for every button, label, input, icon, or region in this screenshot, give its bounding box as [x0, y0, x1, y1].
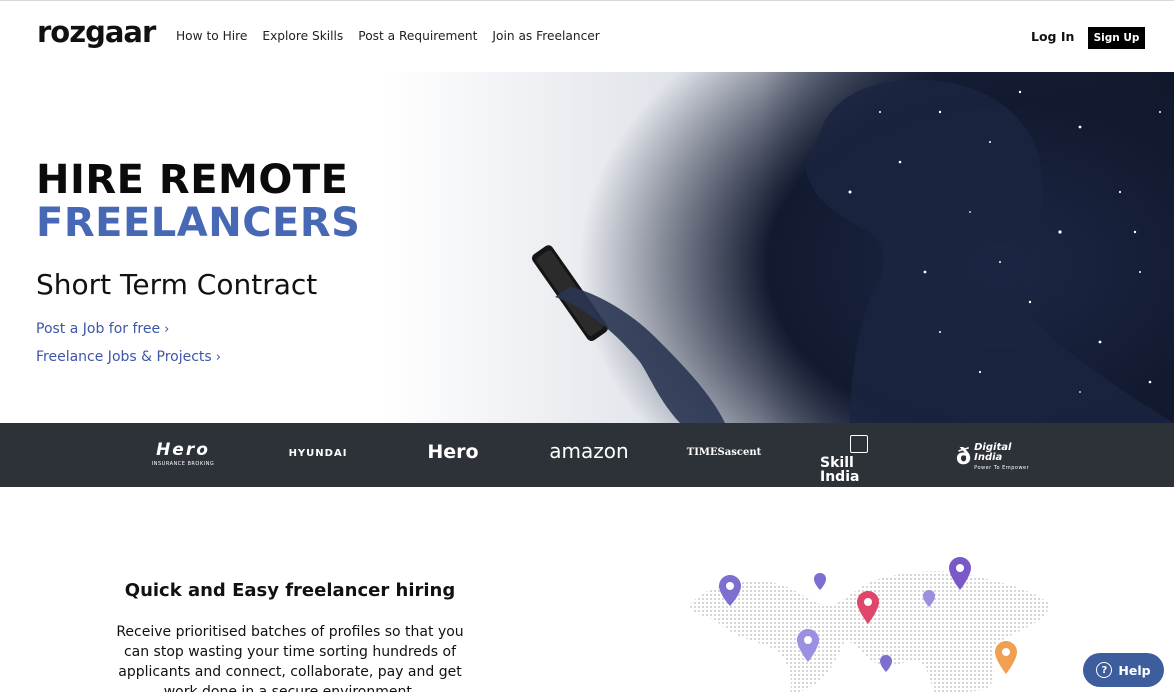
main-nav: How to Hire Explore Skills Post a Requir…: [176, 29, 600, 43]
section-title: Quick and Easy freelancer hiring: [124, 580, 456, 601]
skill-india-emblem-icon: [850, 435, 868, 453]
help-button[interactable]: ? Help: [1083, 653, 1164, 687]
hero-insurance-logo: Hero INSURANCE BROKING: [151, 440, 215, 468]
hyundai-logo: HYUNDAI: [288, 448, 348, 459]
map-pin-icon: [880, 655, 892, 672]
login-link[interactable]: Log In: [1031, 29, 1074, 44]
times-ascent-logo: TIMESascent: [686, 447, 762, 458]
chevron-right-icon: ›: [215, 349, 221, 365]
question-icon: ?: [1096, 662, 1113, 678]
hero-title-line2: FREELANCERS: [36, 200, 361, 246]
nav-join-freelancer[interactable]: Join as Freelancer: [492, 29, 599, 43]
rozgaar-logo[interactable]: rozgaar: [37, 15, 156, 49]
hero-woman-phone-image: [531, 79, 1174, 423]
section-body: Receive prioritised batches of profiles …: [116, 624, 464, 692]
chevron-right-icon: ›: [164, 321, 170, 337]
digital-india-emblem-icon: ð: [956, 444, 972, 470]
amazon-logo: amazon: [549, 439, 629, 463]
nav-post-requirement[interactable]: Post a Requirement: [358, 29, 477, 43]
nav-how-to-hire[interactable]: How to Hire: [176, 29, 247, 43]
top-navbar: rozgaar How to Hire Explore Skills Post …: [0, 0, 1174, 72]
digital-india-logo: ð Digital India Power To Empower: [956, 442, 1030, 472]
post-job-link-label: Post a Job for free: [36, 321, 161, 337]
hero-section: HIRE REMOTE FREELANCERS Short Term Contr…: [0, 72, 1174, 423]
freelance-jobs-link-label: Freelance Jobs & Projects: [36, 349, 212, 365]
skill-india-logo: Skill India: [820, 435, 898, 484]
hero-motocorp-logo: Hero: [427, 441, 479, 463]
signup-button[interactable]: Sign Up: [1088, 27, 1145, 49]
map-pin-icon: [995, 641, 1017, 674]
partner-logos-band: Hero INSURANCE BROKING HYUNDAI Hero amaz…: [0, 423, 1174, 487]
nav-explore-skills[interactable]: Explore Skills: [262, 29, 343, 43]
hero-subtitle: Short Term Contract: [36, 268, 318, 301]
hero-title-line1: HIRE REMOTE: [36, 157, 349, 203]
freelance-jobs-link[interactable]: Freelance Jobs & Projects ›: [36, 349, 221, 365]
help-label: Help: [1118, 662, 1151, 678]
world-map-illustration: [690, 557, 1050, 692]
post-job-link[interactable]: Post a Job for free ›: [36, 321, 169, 337]
map-pin-icon: [814, 573, 826, 590]
